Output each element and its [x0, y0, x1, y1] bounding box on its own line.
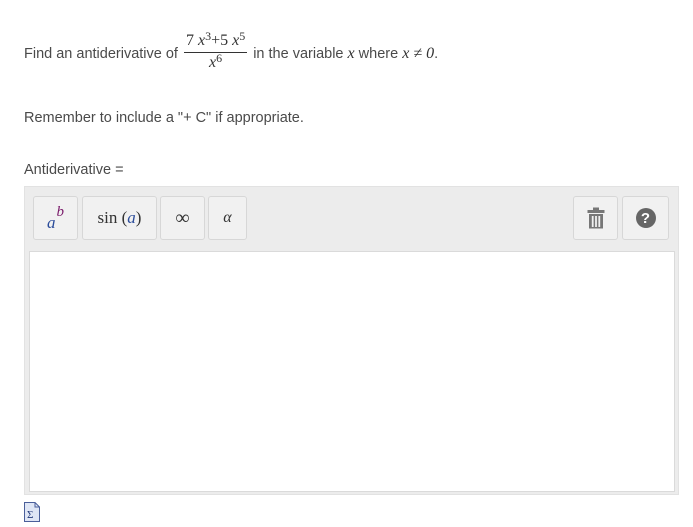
question-where: where	[358, 46, 399, 62]
trash-icon	[587, 207, 604, 229]
numerator-exp1: 3	[205, 29, 212, 43]
answer-label: Antiderivative =	[24, 162, 124, 178]
question-period: .	[434, 46, 439, 62]
sin-function-button[interactable]: sin (a)	[82, 196, 157, 240]
help-icon: ?	[635, 208, 656, 228]
infinity-button[interactable]: ∞	[160, 196, 205, 240]
alpha-symbol: α	[223, 209, 232, 226]
question-variable: x	[347, 45, 355, 62]
math-editor: ab sin (a) ∞ α ?	[24, 186, 679, 495]
help-glyph: ?	[640, 209, 651, 227]
numerator-plus: +5	[211, 32, 229, 49]
fraction-denominator: x6	[209, 51, 223, 72]
sin-argument: a	[127, 208, 136, 227]
help-button[interactable]: ?	[622, 196, 669, 240]
sin-close-paren: )	[135, 208, 142, 227]
numerator-var1: x	[197, 32, 206, 49]
numerator-exp2: 5	[239, 29, 246, 43]
question-middle: in the variable	[253, 46, 344, 62]
answer-input[interactable]	[29, 251, 675, 492]
denominator-exp: 6	[216, 51, 223, 65]
numerator-coef1: 7	[185, 32, 194, 49]
math-document-icon[interactable]: Σ	[24, 502, 40, 527]
infinity-symbol: ∞	[175, 206, 190, 229]
question-text: Find an antiderivative of 7 x3+5 x5 x6 i…	[24, 28, 438, 80]
sin-label: sin	[97, 208, 118, 227]
clear-button[interactable]	[573, 196, 618, 240]
greek-letters-button[interactable]: α	[208, 196, 247, 240]
reminder-text: Remember to include a "+ C" if appropria…	[24, 110, 304, 126]
question-condition: x ≠ 0	[402, 45, 435, 62]
power-button[interactable]: ab	[33, 196, 78, 240]
power-base: a	[47, 213, 56, 232]
fraction-numerator: 7 x3+5 x5	[183, 29, 248, 53]
fraction: 7 x3+5 x5 x6	[183, 29, 248, 72]
power-exponent: b	[56, 203, 65, 220]
svg-text:Σ: Σ	[27, 509, 33, 521]
question-prefix: Find an antiderivative of	[24, 46, 178, 62]
